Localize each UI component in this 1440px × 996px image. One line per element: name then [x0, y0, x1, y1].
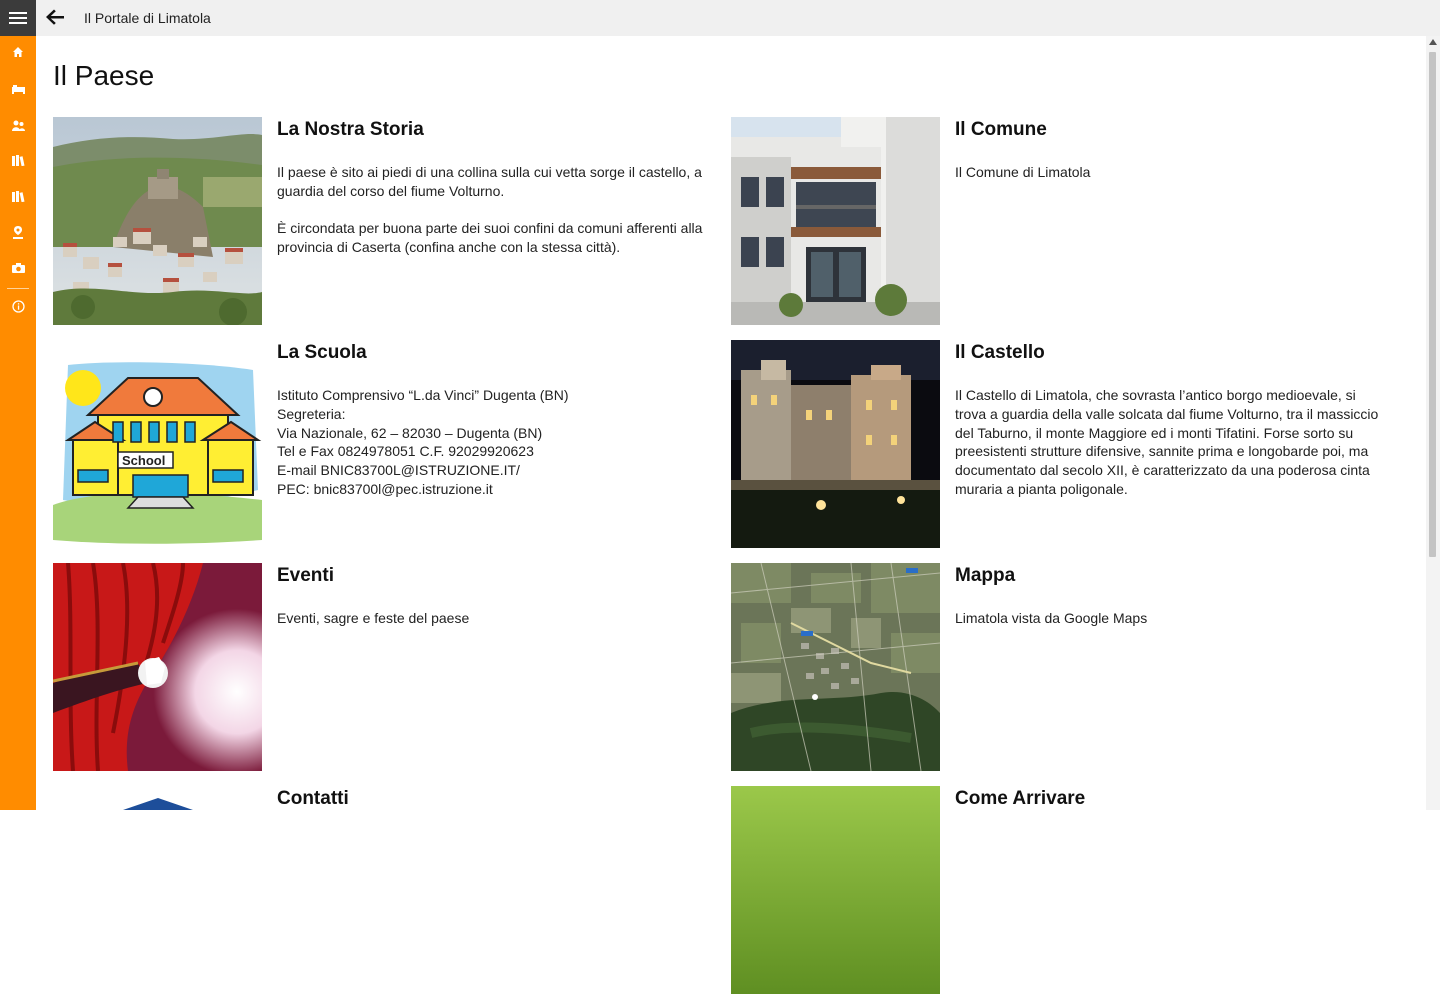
books-icon — [11, 154, 25, 166]
nav-item-home[interactable] — [0, 42, 36, 62]
tile-title: Mappa — [955, 565, 1016, 586]
tile-description: Limatola vista da Google Maps — [955, 610, 1148, 626]
tile-description: Il Comune di Limatola — [955, 164, 1091, 180]
bed-icon — [11, 85, 25, 94]
tile-title: La Scuola — [277, 342, 367, 363]
tile-title: Come Arrivare — [955, 788, 1086, 809]
storia-image — [53, 117, 262, 325]
app-title: Il Portale di Limatola — [84, 10, 211, 26]
tile-la-nostra-storia[interactable]: La Nostra Storia Il paese è sito ai pied… — [53, 117, 713, 327]
school-sign-text: School — [122, 453, 165, 468]
tile-il-castello[interactable]: Il Castello Il Castello di Limatola, che… — [731, 340, 1391, 550]
nav-item-location[interactable] — [0, 222, 36, 242]
tile-title: Il Castello — [955, 342, 1045, 363]
people-icon — [11, 120, 25, 131]
mappa-image — [731, 563, 940, 771]
back-button[interactable] — [44, 6, 66, 28]
tile-description: Il paese è sito ai piedi di una collina … — [277, 164, 703, 256]
tile-eventi[interactable]: Eventi Eventi, sagre e feste del paese — [53, 563, 713, 773]
tile-il-comune[interactable]: Il Comune Il Comune di Limatola — [731, 117, 1391, 327]
vertical-scrollbar[interactable] — [1426, 36, 1440, 810]
contatti-image — [53, 786, 262, 994]
nav-item-people[interactable] — [0, 115, 36, 135]
page-title: Il Paese — [53, 60, 155, 91]
nav-rail — [0, 0, 36, 810]
info-icon — [11, 299, 25, 313]
tile-title: La Nostra Storia — [277, 119, 424, 140]
nav-item-accommodation[interactable] — [0, 79, 36, 99]
camera-icon — [11, 263, 25, 273]
nav-separator — [7, 288, 29, 289]
nav-item-info[interactable] — [0, 296, 36, 316]
scroll-up-arrow-icon[interactable] — [1429, 39, 1437, 45]
title-bar: Il Portale di Limatola — [36, 0, 1440, 36]
scroll-thumb[interactable] — [1429, 52, 1436, 557]
tile-description: Il Castello di Limatola, che sovrasta l’… — [955, 387, 1379, 497]
tile-title: Eventi — [277, 565, 335, 586]
tile-la-scuola[interactable]: School La Scuola Istituto Comprensivo “L… — [53, 340, 713, 550]
library-icon — [11, 190, 25, 202]
home-icon — [13, 47, 23, 57]
tile-title: Il Comune — [955, 119, 1047, 140]
eventi-image — [53, 563, 262, 771]
nav-item-gallery[interactable] — [0, 258, 36, 278]
tile-description: Istituto Comprensivo “L.da Vinci” Dugent… — [277, 387, 569, 497]
back-arrow-icon — [46, 9, 64, 25]
nav-item-library[interactable] — [0, 186, 36, 206]
hamburger-menu-button[interactable] — [0, 0, 36, 36]
castello-image — [731, 340, 940, 548]
menu-icon — [9, 17, 27, 19]
tile-description: Eventi, sagre e feste del paese — [277, 610, 470, 626]
tile-title: Contatti — [277, 788, 349, 809]
tile-mappa[interactable]: Mappa Limatola vista da Google Maps — [731, 563, 1391, 773]
comune-image — [731, 117, 940, 325]
tile-contatti[interactable]: Contatti — [53, 786, 713, 996]
tile-come-arrivare[interactable]: Come Arrivare — [731, 786, 1391, 996]
location-pin-icon — [13, 225, 23, 239]
come-arrivare-image — [731, 786, 940, 994]
nav-item-books[interactable] — [0, 150, 36, 170]
scuola-image: School — [53, 340, 262, 548]
